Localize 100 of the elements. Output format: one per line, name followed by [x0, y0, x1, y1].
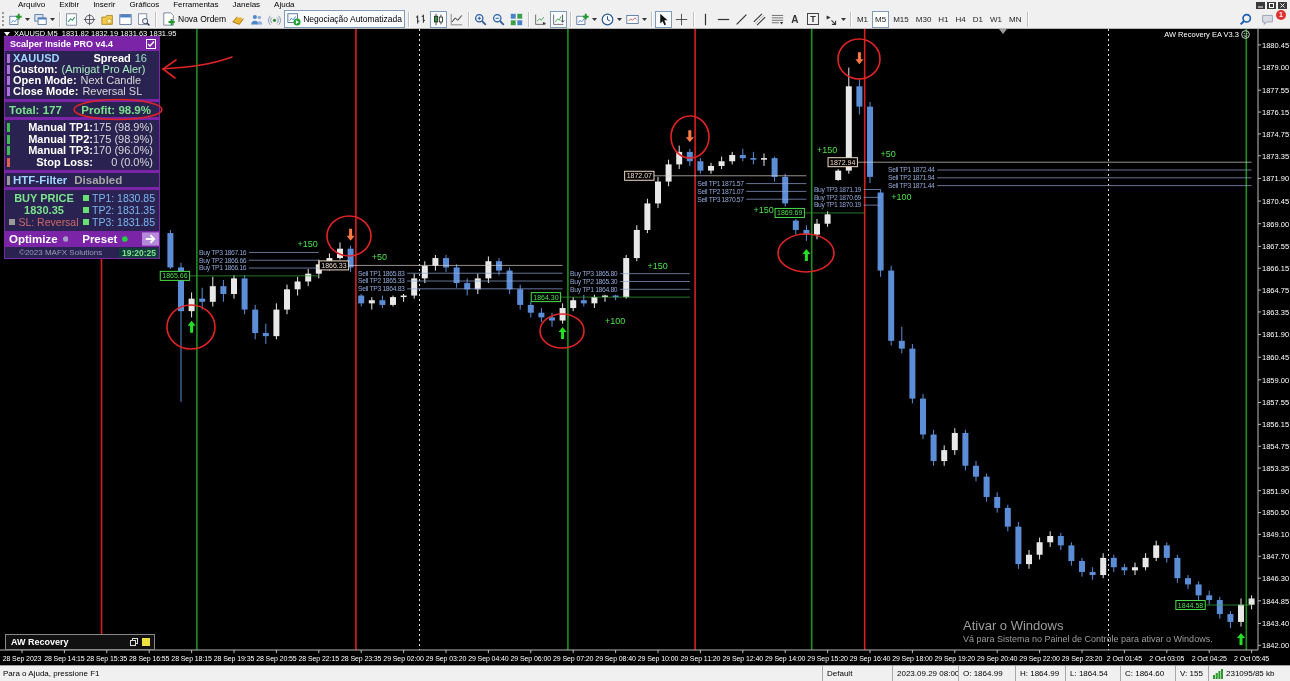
- menu-item[interactable]: Ajuda: [267, 0, 302, 10]
- checkbox[interactable]: [146, 39, 156, 49]
- menu-item[interactable]: Janelas: [225, 0, 268, 10]
- menu-item[interactable]: Gráficos: [122, 0, 167, 10]
- stop-loss-label: SL: Reversal: [18, 216, 79, 228]
- caret-icon[interactable]: [50, 17, 55, 21]
- timeframe-button[interactable]: M5: [872, 10, 890, 28]
- candle: [1195, 584, 1202, 596]
- activation-title: Ativar o Windows: [963, 618, 1065, 634]
- timeframe-button[interactable]: H4: [952, 10, 969, 28]
- timeframe-button[interactable]: H1: [935, 10, 952, 28]
- menu-item[interactable]: Ferramentas: [166, 0, 226, 10]
- autoscroll-icon[interactable]: [549, 10, 567, 28]
- setting-value: Reversal SL: [82, 86, 143, 97]
- candle-wick: [657, 176, 659, 209]
- label-tool-button[interactable]: T: [806, 13, 819, 25]
- caret-icon[interactable]: [591, 17, 597, 21]
- new-order-button[interactable]: Nova Ordem: [159, 10, 230, 28]
- caret-icon[interactable]: [25, 17, 30, 21]
- timeframe-button[interactable]: MN: [1006, 10, 1025, 28]
- autotrading-button[interactable]: Negociação Automatizada: [284, 10, 405, 28]
- square-icon: [83, 207, 89, 213]
- candle: [676, 151, 683, 165]
- stat-label: Manual TP3:: [27, 145, 93, 157]
- candle: [1142, 557, 1149, 568]
- menu-item[interactable]: Inserir: [86, 0, 123, 10]
- candle: [411, 278, 418, 296]
- marker-icon: [7, 54, 10, 63]
- action-label[interactable]: Preset: [82, 233, 118, 245]
- candle: [379, 300, 386, 305]
- restore-icon[interactable]: [1267, 1, 1276, 9]
- candle: [252, 309, 259, 333]
- candle: [697, 161, 704, 171]
- candle: [1089, 571, 1096, 576]
- candle-wick: [668, 159, 670, 187]
- candle-wick: [286, 284, 288, 315]
- candle-wick: [339, 241, 341, 261]
- arrow-right-icon[interactable]: [142, 232, 159, 246]
- cursor-icon[interactable]: [654, 10, 672, 28]
- up-arrow-icon: [802, 248, 811, 261]
- candlestick-icon[interactable]: [429, 10, 447, 28]
- candle: [1015, 526, 1022, 565]
- triangle-down-icon[interactable]: [4, 31, 10, 36]
- profile-label: Default: [827, 669, 853, 678]
- minimize-icon[interactable]: [1256, 1, 1265, 9]
- candle-wick: [943, 444, 945, 467]
- menu-item[interactable]: Exibir: [52, 0, 87, 10]
- candle-wick: [297, 276, 299, 297]
- candle: [941, 450, 948, 462]
- caret-icon[interactable]: [840, 17, 846, 21]
- candle-wick: [763, 152, 765, 167]
- candle: [920, 398, 926, 435]
- candle-wick: [222, 279, 224, 303]
- candle: [644, 203, 651, 230]
- setting-value: (Amigat Pro Aler): [61, 64, 146, 75]
- timeframe-button[interactable]: W1: [987, 10, 1006, 28]
- action-label[interactable]: Optimize: [9, 233, 58, 245]
- menu-item[interactable]: Arquivo: [11, 0, 53, 10]
- candle: [1227, 614, 1234, 622]
- timeframe-button[interactable]: M1: [853, 10, 872, 28]
- stat-value: 0 (0.0%): [110, 156, 154, 168]
- candle: [1174, 557, 1181, 579]
- activation-message: Vá para Sistema no Painel de Controle para ativar o Windows.: [963, 634, 1213, 645]
- candle-wick: [191, 291, 193, 318]
- panel-title: AW Recovery: [11, 637, 70, 647]
- candle: [549, 317, 555, 321]
- level-line: [746, 198, 807, 200]
- candle: [1047, 536, 1054, 543]
- level-line: [746, 183, 807, 184]
- close-icon[interactable]: [1278, 1, 1287, 9]
- candle: [771, 158, 778, 177]
- caret-icon[interactable]: [641, 17, 647, 21]
- candle-wick: [233, 274, 235, 300]
- candle-wick: [318, 259, 320, 279]
- down-arrow-icon: [685, 130, 694, 143]
- candle: [358, 295, 365, 304]
- restore-icon[interactable]: [130, 638, 138, 646]
- down-arrow-icon: [346, 228, 355, 241]
- chart-page-icon[interactable]: [63, 10, 80, 28]
- up-arrow-icon: [187, 320, 196, 333]
- candle: [443, 258, 449, 268]
- candle: [1026, 554, 1032, 565]
- timeframe-button[interactable]: M30: [912, 10, 935, 28]
- candle-wick: [710, 162, 712, 175]
- timeframe-button[interactable]: M15: [890, 10, 912, 28]
- traffic-label: 231095/85 kb: [1226, 669, 1275, 678]
- candle: [1110, 557, 1117, 568]
- candle-wick: [816, 218, 818, 240]
- candle: [898, 340, 905, 349]
- candle-wick: [901, 326, 903, 354]
- timeframe-button[interactable]: D1: [969, 10, 987, 28]
- hand-drawn-circle: [837, 38, 881, 80]
- text-tool-button[interactable]: A: [786, 11, 803, 27]
- candle-wick: [487, 256, 489, 284]
- stat-value: 175 (98.9%): [93, 133, 154, 145]
- profit-rate: Profit: 98.9%: [81, 103, 151, 116]
- candle: [708, 165, 714, 171]
- caret-icon[interactable]: [616, 17, 622, 21]
- candle: [167, 233, 174, 268]
- magnifier-page-icon[interactable]: [135, 10, 152, 28]
